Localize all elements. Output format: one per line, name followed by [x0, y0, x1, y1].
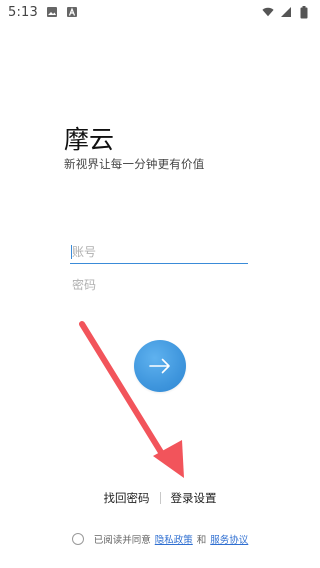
- forgot-password-link[interactable]: 找回密码: [104, 490, 150, 506]
- app-subtitle: 新视界让每一分钟更有价值: [64, 157, 205, 171]
- login-settings-link[interactable]: 登录设置: [171, 490, 217, 506]
- agreement-row: 已阅读并同意 隐私政策 和 服务协议: [0, 532, 320, 546]
- account-input[interactable]: [70, 240, 248, 263]
- status-right: [262, 5, 310, 18]
- privacy-policy-link[interactable]: 隐私政策: [155, 532, 193, 546]
- battery-icon: [298, 5, 310, 18]
- service-agreement-link[interactable]: 服务协议: [210, 532, 248, 546]
- image-icon: [46, 6, 58, 18]
- password-input[interactable]: [70, 273, 248, 297]
- signal-icon: [280, 6, 292, 18]
- wifi-icon: [262, 6, 274, 18]
- divider: [159, 492, 161, 504]
- links-row: 找回密码 登录设置: [0, 490, 320, 506]
- text-cursor: [71, 245, 72, 259]
- arrow-right-icon: [149, 358, 170, 374]
- login-button[interactable]: [134, 340, 186, 392]
- account-field[interactable]: [70, 240, 248, 264]
- agreement-and: 和: [196, 535, 207, 546]
- agreement-radio[interactable]: [71, 533, 84, 545]
- status-bar: 5:13: [0, 0, 320, 24]
- status-time: 5:13: [8, 4, 38, 20]
- app-title: 摩云: [64, 125, 115, 154]
- status-left: 5:13: [8, 5, 78, 20]
- agreement-prefix: 已阅读并同意: [93, 535, 151, 546]
- a-icon: [66, 6, 78, 18]
- password-field[interactable]: [70, 273, 248, 297]
